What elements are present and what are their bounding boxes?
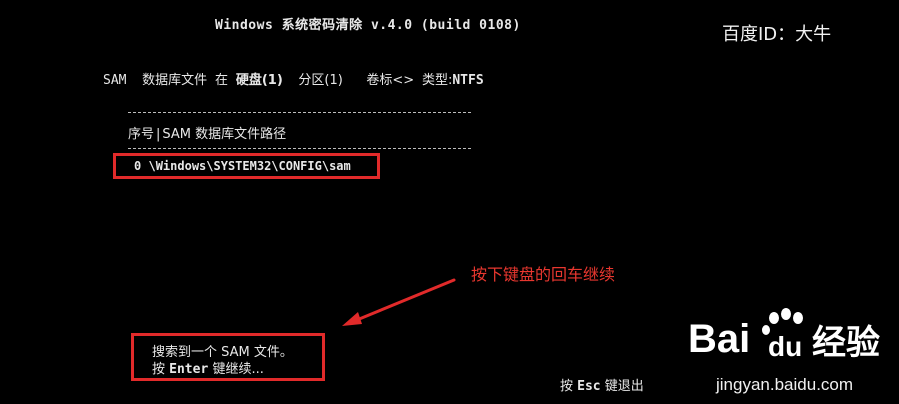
table-row[interactable]: 0 \Windows\SYSTEM32\CONFIG\sam — [134, 159, 351, 173]
esc-key[interactable]: Esc — [577, 379, 600, 394]
logo-text-du: du — [768, 331, 802, 362]
esc-hint: 按 Esc 键退出 — [560, 375, 644, 394]
logo-text-jingyan: 经验 — [812, 323, 880, 363]
disk-label: 硬盘(1) — [235, 73, 283, 88]
enter-suffix: 键继续... — [212, 362, 264, 377]
partition-label: 分区(1) — [298, 73, 343, 88]
db-file-label: 数据库文件 — [142, 73, 208, 88]
column-header-path: SAM 数据库文件路径 — [162, 127, 287, 142]
annotation-arrow-icon — [342, 278, 456, 326]
sam-label: SAM — [103, 73, 127, 88]
at-label: 在 — [214, 73, 228, 88]
window-title: Windows 系统密码清除 v.4.0 (build 0108) — [215, 18, 521, 33]
enter-key[interactable]: Enter — [169, 362, 208, 377]
esc-prefix: 按 — [560, 379, 574, 394]
author-watermark: 百度ID：大牛 — [722, 24, 832, 45]
table-top-rule — [128, 112, 471, 113]
esc-suffix: 键退出 — [604, 379, 644, 394]
type-label: 类型: — [421, 73, 453, 88]
table-header-rule — [128, 148, 471, 149]
disk-info-line: SAM 数据库文件 在 硬盘(1) 分区(1) 卷标<> 类型:NTFS — [103, 69, 484, 88]
volume-label: 卷标<> — [366, 73, 415, 88]
type-value: NTFS — [452, 73, 484, 88]
enter-prefix: 按 — [152, 362, 166, 377]
baidu-jingyan-logo: Bai du 经验 — [688, 308, 880, 363]
column-header-index: 序号 — [128, 127, 155, 142]
row-path: \Windows\SYSTEM32\CONFIG\sam — [148, 159, 351, 173]
table-header: 序号 | SAM 数据库文件路径 — [128, 123, 286, 142]
row-index: 0 — [134, 159, 142, 173]
enter-prompt: 按 Enter 键继续... — [152, 358, 264, 377]
logo-text-bai: Bai — [688, 317, 750, 361]
annotation-text: 按下键盘的回车继续 — [471, 265, 616, 284]
baidu-url: jingyan.baidu.com — [716, 375, 854, 394]
